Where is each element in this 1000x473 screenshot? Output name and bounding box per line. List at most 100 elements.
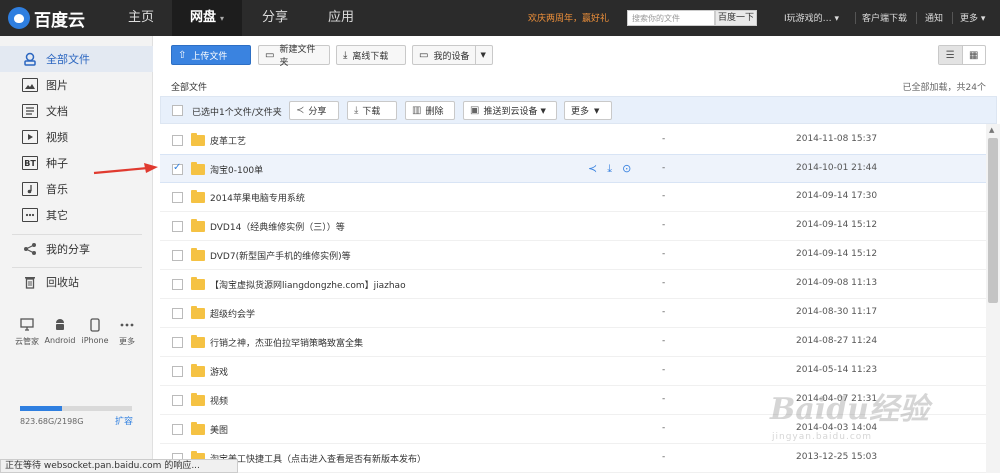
file-size: - [662,249,666,259]
new-folder-icon: ▭ [265,49,275,61]
folder-icon [191,133,205,146]
file-name[interactable]: 淘宝美工快捷工具（点击进入查看是否有新版本发布） [210,452,426,465]
push-device-icon: ▣ [470,105,480,116]
row-checkbox[interactable] [172,192,183,203]
row-checkbox[interactable] [172,424,183,435]
nav-home[interactable]: 主页 [110,0,172,36]
file-row[interactable]: DVD7(新型国产手机的维修实例)等 - 2014-09-14 15:12 [160,241,986,270]
list-view-icon[interactable]: ☰ [939,46,963,64]
grid-view-icon[interactable]: ▦ [963,46,986,64]
chevron-down-icon: ▾ [220,14,225,23]
notice-link[interactable]: 通知 [925,11,943,24]
nav-apps[interactable]: 应用 [312,0,370,36]
row-checkbox[interactable] [172,135,183,146]
file-name[interactable]: 超级约会学 [210,307,255,320]
file-row[interactable]: 【淘宝虚拟货源网liangdongzhe.com】jiazhao - 2014-09… [160,270,986,299]
file-row[interactable]: 皮革工艺 - 2014-11-08 15:37 [160,126,986,155]
storage-quota-fill [20,406,62,411]
folder-icon [191,248,205,261]
file-name[interactable]: 行销之神，杰亚伯拉罕销策略致富全集 [210,336,363,349]
row-checkbox[interactable] [172,279,183,290]
sidebar-item-documents[interactable]: 文档 [0,98,153,124]
device-more[interactable]: 更多 [110,317,144,347]
upload-button[interactable]: ⇧ 上传文件 [171,45,251,65]
file-date: 2014-09-14 15:12 [796,220,878,230]
loaded-count: 已全部加载，共24个 [902,83,986,93]
more-actions-button[interactable]: 更多 ▼ [564,101,612,120]
file-date: 2014-09-08 11:13 [796,278,878,288]
device-android[interactable]: Android [43,317,77,345]
sidebar-item-music[interactable]: 音乐 [0,176,153,202]
file-name[interactable]: 【淘宝虚拟货源网liangdongzhe.com】jiazhao [210,278,406,291]
chevron-down-icon[interactable]: ⊙ [622,162,631,176]
device-iphone[interactable]: iPhone [78,317,112,345]
row-checkbox[interactable] [172,308,183,319]
file-name[interactable]: 视频 [210,394,228,407]
my-devices-button-label: 我的设备 [433,51,470,62]
sidebar-item-label: 文档 [46,105,68,118]
sidebar-item-videos[interactable]: 视频 [0,124,153,150]
anniversary-promo-link[interactable]: 欢庆两周年，赢好礼 [528,11,609,24]
expand-storage-link[interactable]: 扩容 [115,414,133,427]
file-name[interactable]: DVD7(新型国产手机的维修实例)等 [210,249,351,262]
browser-status-bar: 正在等待 websocket.pan.baidu.com 的响应... [0,459,238,473]
download-icon[interactable]: ⤓ [607,162,612,176]
folder-icon [191,335,205,348]
folder-icon [191,393,205,406]
file-size: - [662,220,666,230]
file-size: - [662,191,666,201]
file-row[interactable]: DVD14（经典维修实例（三））等 - 2014-09-14 15:12 [160,212,986,241]
file-row[interactable]: 超级约会学 - 2014-08-30 11:17 [160,299,986,328]
row-checkbox[interactable] [172,162,183,175]
file-row[interactable]: 行销之神，杰亚伯拉罕销策略致富全集 - 2014-08-27 11:24 [160,328,986,357]
sidebar-item-other[interactable]: 其它 [0,202,153,228]
file-row[interactable]: 游戏 - 2014-05-14 11:23 [160,357,986,386]
row-checkbox[interactable] [172,337,183,348]
select-all-checkbox[interactable] [172,105,183,116]
file-search-input[interactable]: 搜索你的文件 [627,10,715,26]
share-icon[interactable]: ≺ [588,162,597,176]
file-size: - [662,134,666,144]
file-name[interactable]: DVD14（经典维修实例（三））等 [210,220,345,233]
device-cloud-manager[interactable]: 云管家 [10,317,44,347]
sidebar-item-label: 种子 [46,157,68,170]
logo-text: 百度云 [34,10,85,31]
row-checkbox[interactable] [172,250,183,261]
user-menu[interactable]: I玩游戏的… ▾ [784,11,839,24]
file-size: - [662,278,666,288]
new-folder-button[interactable]: ▭ 新建文件夹 [258,45,330,68]
row-checkbox[interactable] [172,221,183,232]
scrollbar-thumb[interactable] [988,138,998,303]
all-files-icon [22,52,38,66]
client-download-link[interactable]: 客户端下载 [862,11,907,24]
nav-netdisk[interactable]: 网盘 ▾ [172,0,242,36]
push-to-device-button[interactable]: ▣ 推送到云设备 ▼ [463,101,557,120]
scroll-up-icon[interactable]: ▲ [989,126,994,134]
offline-download-button[interactable]: ⤓ 离线下载 [336,45,406,65]
nav-share[interactable]: 分享 [246,0,304,36]
file-date: 2014-09-14 15:12 [796,249,878,259]
sidebar-item-all-files[interactable]: 全部文件 [0,46,153,72]
file-date: 2014-05-14 11:23 [796,365,878,375]
my-devices-button[interactable]: ▭ 我的设备 ▼ [412,45,493,65]
sidebar-item-images[interactable]: 图片 [0,72,153,98]
delete-button[interactable]: ▥ 删除 [405,101,455,120]
row-checkbox[interactable] [172,395,183,406]
search-button[interactable]: 百度一下 [715,10,757,26]
more-menu[interactable]: 更多 ▾ [960,11,985,24]
breadcrumb[interactable]: 全部文件 [171,80,207,93]
file-name[interactable]: 淘宝0-100单 [210,163,263,176]
file-row[interactable]: 淘宝0-100单 ≺ ⤓ ⊙ - 2014-10-01 21:44 [160,154,986,183]
sidebar-item-my-share[interactable]: 我的分享 [0,236,153,262]
file-name[interactable]: 皮革工艺 [210,134,246,147]
download-button[interactable]: ⤓ 下载 [347,101,397,120]
file-name[interactable]: 美图 [210,423,228,436]
file-name[interactable]: 游戏 [210,365,228,378]
share-button[interactable]: ≺ 分享 [289,101,339,120]
file-row[interactable]: 2014苹果电脑专用系统 - 2014-09-14 17:30 [160,183,986,212]
row-checkbox[interactable] [172,366,183,377]
file-name[interactable]: 2014苹果电脑专用系统 [210,191,305,204]
sidebar-item-label: 其它 [46,209,68,222]
baidu-cloud-logo[interactable]: 百度云 [8,7,85,31]
sidebar-item-recycle-bin[interactable]: 回收站 [0,269,153,295]
